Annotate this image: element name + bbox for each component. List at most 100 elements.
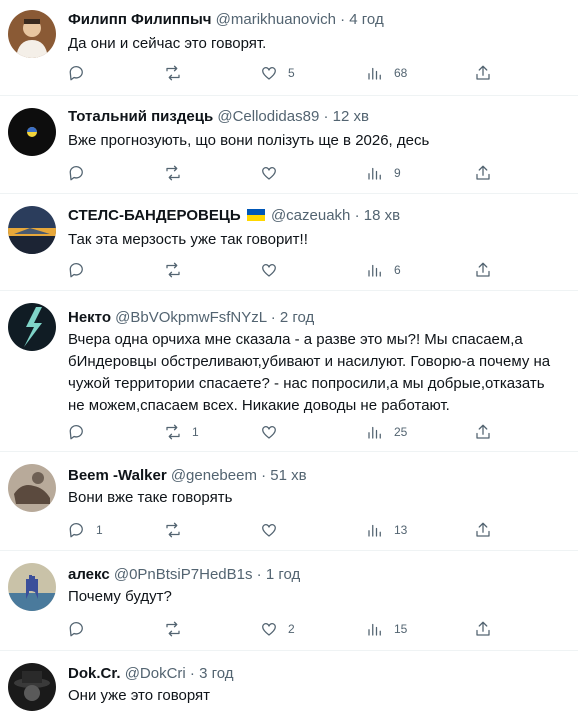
view-count: 9 [394, 166, 401, 180]
views-button[interactable]: 6 [366, 259, 401, 281]
timestamp[interactable]: 51 хв [270, 467, 306, 484]
user-handle[interactable]: @BbVOkpmwFsfNYzL [115, 309, 266, 326]
timestamp[interactable]: 18 хв [364, 207, 400, 224]
reply-button[interactable] [68, 618, 96, 640]
like-button[interactable]: 5 [260, 62, 295, 84]
like-button[interactable] [260, 162, 288, 184]
share-button[interactable] [474, 618, 492, 640]
avatar[interactable] [8, 108, 56, 156]
action-bar: 1 13 [68, 519, 498, 541]
like-button[interactable] [260, 259, 288, 281]
retweet-button[interactable] [164, 162, 192, 184]
views-button[interactable]: 9 [366, 162, 401, 184]
share-icon [476, 522, 490, 537]
timestamp[interactable]: 3 год [199, 665, 233, 682]
views-button[interactable]: 25 [366, 421, 407, 443]
display-name[interactable]: СТЕЛС-БАНДЕРОВЕЦЬ [68, 207, 241, 224]
retweet-icon [166, 621, 180, 637]
like-button[interactable] [260, 519, 288, 541]
tweet-text: Они уже это говорят [68, 687, 211, 704]
tweet[interactable]: Тотальний пиздець @Cellodidas89 · 12 хв … [0, 96, 578, 194]
timestamp[interactable]: 4 год [349, 11, 383, 28]
user-handle[interactable]: @0PnBtsiP7HedB1s [114, 566, 253, 583]
reply-count: 1 [96, 523, 103, 537]
avatar-hand-icon [8, 563, 56, 611]
views-button[interactable]: 15 [366, 618, 407, 640]
tweet[interactable]: алекс @0PnBtsiP7HedB1s · 1 год Почему бу… [0, 551, 578, 651]
reply-icon [69, 523, 83, 538]
display-name[interactable]: Beem -Walker [68, 467, 167, 484]
avatar[interactable] [8, 303, 56, 351]
share-button[interactable] [474, 162, 492, 184]
retweet-button[interactable] [164, 618, 192, 640]
like-button[interactable] [260, 421, 288, 443]
share-button[interactable] [474, 421, 492, 443]
reply-button[interactable] [68, 259, 96, 281]
tweet-header: Тотальний пиздець @Cellodidas89 · 12 хв [68, 107, 369, 127]
separator-dot: · [270, 309, 276, 326]
like-button[interactable]: 2 [260, 618, 295, 640]
view-count: 68 [394, 66, 408, 80]
heart-icon [261, 67, 277, 80]
user-handle[interactable]: @DokCri [125, 665, 186, 682]
heart-icon [261, 264, 277, 277]
reply-icon [69, 166, 83, 181]
avatar[interactable] [8, 563, 56, 611]
retweet-button[interactable] [164, 519, 192, 541]
retweet-button[interactable] [164, 62, 192, 84]
user-handle[interactable]: @cazeuakh [271, 207, 350, 224]
timestamp[interactable]: 2 год [280, 309, 314, 326]
view-count: 6 [394, 263, 401, 277]
action-bar: 9 [68, 162, 498, 184]
avatar[interactable] [8, 464, 56, 512]
views-button[interactable]: 68 [366, 62, 407, 84]
share-button[interactable] [474, 519, 492, 541]
share-button[interactable] [474, 62, 492, 84]
display-name[interactable]: Dok.Cr. [68, 665, 121, 682]
avatar[interactable] [8, 206, 56, 254]
display-name[interactable]: Некто [68, 309, 111, 326]
heart-icon [261, 623, 277, 636]
tweet[interactable]: СТЕЛС-БАНДЕРОВЕЦЬ @cazeuakh · 18 хв Так … [0, 194, 578, 291]
reply-button[interactable]: 1 [68, 519, 103, 541]
avatar[interactable] [8, 663, 56, 711]
display-name[interactable]: Тотальний пиздець [68, 108, 213, 125]
retweet-icon [166, 522, 180, 538]
user-handle[interactable]: @Cellodidas89 [217, 108, 319, 125]
tweet[interactable]: Beem -Walker @genebeem · 51 хв Вони вже … [0, 452, 578, 551]
retweet-button[interactable]: 1 [164, 421, 199, 443]
action-bar: 5 68 [68, 62, 498, 84]
tweet-text: Да они и сейчас это говорят. [68, 35, 267, 52]
ukraine-flag-icon [246, 209, 265, 221]
tweet-text: Так эта мерзость уже так говорит!! [68, 231, 308, 248]
user-handle[interactable]: @marikhuanovich [216, 11, 336, 28]
retweet-icon [166, 424, 180, 440]
reply-icon [69, 425, 83, 440]
view-count: 13 [394, 523, 408, 537]
reply-button[interactable] [68, 162, 96, 184]
avatar[interactable] [8, 10, 56, 58]
share-button[interactable] [474, 259, 492, 281]
separator-dot: · [323, 108, 329, 125]
views-button[interactable]: 13 [366, 519, 407, 541]
tweet[interactable]: Некто @BbVOkpmwFsfNYzL · 2 год Вчера одн… [0, 291, 578, 452]
avatar-lightning-icon [8, 303, 56, 351]
timestamp[interactable]: 12 хв [333, 108, 369, 125]
reply-button[interactable] [68, 421, 96, 443]
separator-dot: · [189, 665, 195, 682]
separator-dot: · [261, 467, 267, 484]
retweet-button[interactable] [164, 259, 192, 281]
view-count: 15 [394, 622, 408, 636]
timestamp[interactable]: 1 год [266, 566, 300, 583]
reply-icon [69, 263, 83, 278]
display-name[interactable]: алекс [68, 566, 110, 583]
reply-button[interactable] [68, 62, 96, 84]
display-name[interactable]: Филипп Филиппыч [68, 11, 211, 28]
tweet-header: Некто @BbVOkpmwFsfNYzL · 2 год [68, 308, 314, 328]
action-bar: 2 15 [68, 618, 498, 640]
view-count: 25 [394, 425, 408, 439]
tweet[interactable]: Dok.Cr. @DokCri · 3 год Они уже это гово… [0, 651, 578, 715]
like-count: 5 [288, 66, 295, 80]
user-handle[interactable]: @genebeem [171, 467, 257, 484]
tweet[interactable]: Филипп Филиппыч @marikhuanovich · 4 год … [0, 0, 578, 96]
